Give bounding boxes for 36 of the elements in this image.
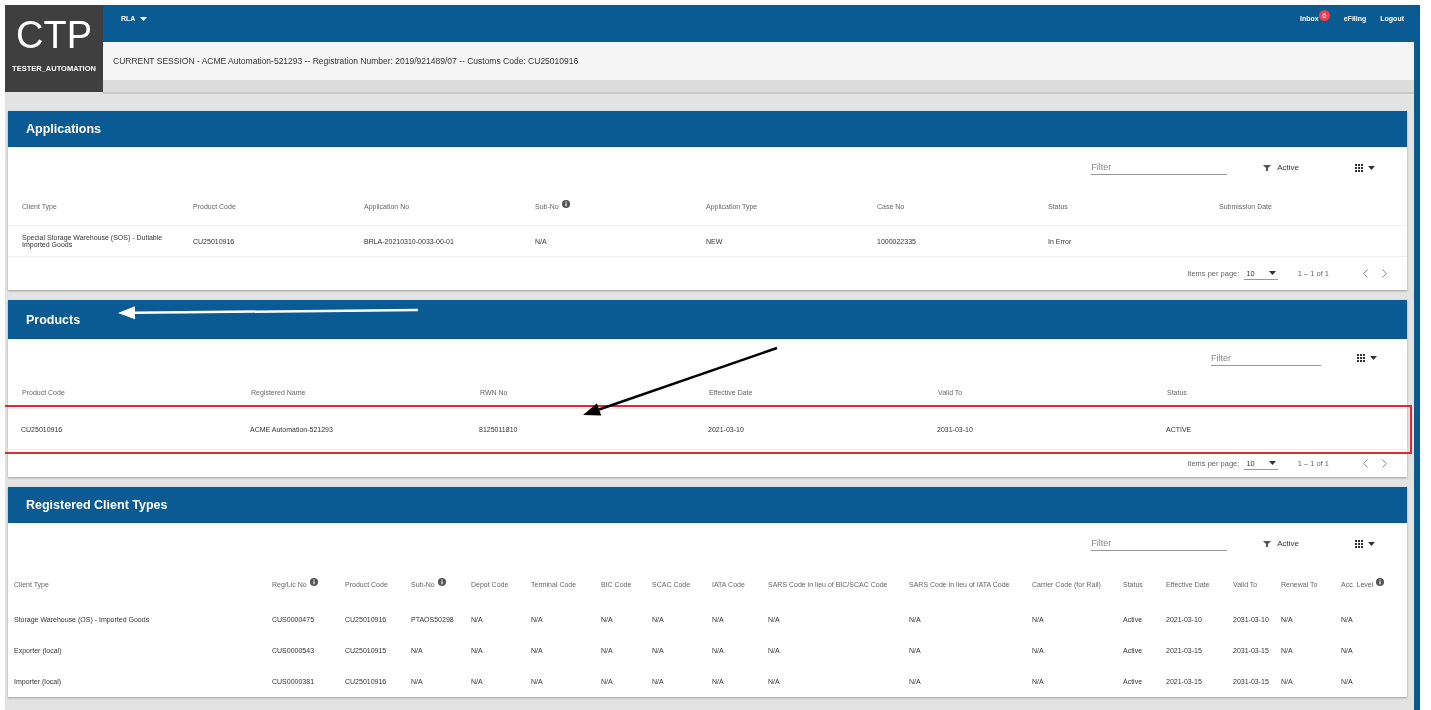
info-icon	[1376, 577, 1385, 586]
filter-icon	[1263, 540, 1272, 547]
next-page-button[interactable]	[1380, 267, 1389, 280]
caret-icon	[1368, 165, 1375, 170]
next-page-button[interactable]	[1380, 457, 1389, 470]
info-icon	[309, 577, 318, 586]
column-menu-button[interactable]	[1355, 352, 1379, 364]
caret-icon	[1268, 461, 1276, 465]
filter-field[interactable]: Filter	[1091, 536, 1228, 551]
panel-title: Applications	[26, 122, 101, 136]
chevron-left-icon	[1363, 269, 1368, 278]
session-info: CURRENT SESSION - ACME Automation-521293 -- Registration Number: 2019/921489/07 -- Customs Code: CU25010916	[103, 42, 1414, 80]
chevron-right-icon	[1382, 269, 1387, 278]
panel-title: Registered Client Types	[26, 498, 168, 512]
grid-icon	[1357, 354, 1365, 362]
caret-icon	[1370, 356, 1377, 360]
info-icon	[437, 577, 446, 586]
filter-field[interactable]: Filter	[1211, 350, 1321, 366]
caret-icon	[1368, 541, 1375, 546]
filter-icon	[1263, 164, 1272, 171]
previous-page-button[interactable]	[1361, 457, 1370, 470]
column-menu-button[interactable]	[1353, 161, 1377, 174]
column-menu-button[interactable]	[1353, 537, 1377, 550]
status-filter-button[interactable]: Active	[1261, 537, 1301, 550]
grid-icon	[1355, 163, 1363, 172]
panel-title: Products	[26, 312, 81, 327]
logo-text: CTP	[16, 13, 92, 57]
chevron-right-icon	[1382, 459, 1387, 468]
chevron-left-icon	[1363, 459, 1368, 468]
grid-icon	[1355, 539, 1363, 548]
status-filter-button[interactable]: Active	[1261, 161, 1301, 174]
filter-field[interactable]: Filter	[1091, 160, 1228, 175]
caret-icon	[1268, 271, 1276, 275]
caret-icon	[140, 16, 148, 21]
info-icon	[561, 200, 570, 208]
previous-page-button[interactable]	[1361, 267, 1370, 280]
